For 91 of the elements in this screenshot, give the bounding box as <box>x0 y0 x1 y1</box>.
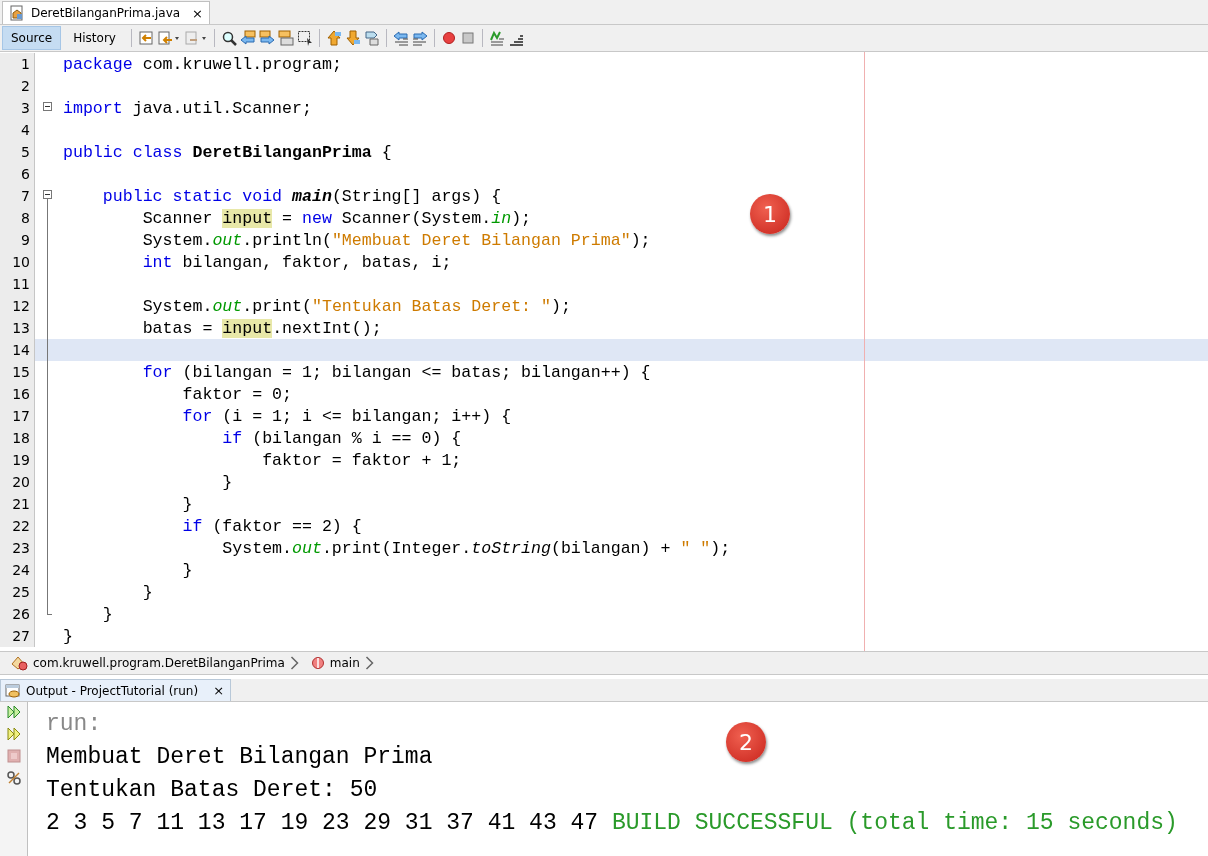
shift-down-icon[interactable] <box>344 30 361 46</box>
output-line: 2 3 5 7 11 13 17 19 23 29 31 37 41 43 47 BUILD SUCCESSFUL (total time: 15 seconds) <box>46 809 1178 838</box>
document-arrow-icon[interactable] <box>156 30 181 46</box>
number-badge: 2 <box>726 722 766 762</box>
code-line: } <box>181 494 193 514</box>
line-number: 10 <box>0 251 35 273</box>
shift-up-icon[interactable] <box>325 30 342 46</box>
find-next-icon[interactable] <box>258 30 275 46</box>
console-icon <box>5 682 21 699</box>
breadcrumb-item[interactable]: main <box>329 656 360 670</box>
find-previous-icon[interactable] <box>239 30 256 46</box>
line-number: 14 <box>0 339 35 361</box>
chevron-icon[interactable] <box>364 656 374 670</box>
code-line: package com.kruwell.program; <box>63 54 342 74</box>
line-number: 2 <box>0 75 35 97</box>
line-number: 21 <box>0 493 35 515</box>
code-line: Scanner input = new Scanner(System.in); <box>141 208 532 228</box>
shift-right-icon[interactable] <box>411 30 428 46</box>
output-line: Membuat Deret Bilangan Prima <box>46 743 433 772</box>
selection-icon[interactable] <box>296 30 313 46</box>
fold-toggle-icon[interactable] <box>43 102 52 111</box>
code-line: System.out.print(Integer.toString(bilangan) + " "); <box>221 538 731 558</box>
stop-icon[interactable] <box>5 748 22 764</box>
line-number: 19 <box>0 449 35 471</box>
code-line: faktor = 0; <box>181 384 293 404</box>
code-line: for (i = 1; i <= bilangan; i++) { <box>181 406 512 426</box>
back-icon[interactable] <box>137 30 154 46</box>
line-number: 20 <box>0 471 35 493</box>
record-icon[interactable] <box>440 30 457 46</box>
line-number: 24 <box>0 559 35 581</box>
line-number: 6 <box>0 163 35 185</box>
method-icon <box>310 656 325 670</box>
line-number: 3 <box>0 97 35 119</box>
chevron-icon[interactable] <box>289 656 299 670</box>
view-tab[interactable]: Source <box>2 26 62 50</box>
line-number: 18 <box>0 427 35 449</box>
highlight-toggle-icon[interactable] <box>277 30 294 46</box>
code-line: for (bilangan = 1; bilangan <= batas; bilangan++) { <box>141 362 651 382</box>
code-line: } <box>141 582 153 602</box>
view-tab[interactable]: History <box>64 26 125 50</box>
check-lines-icon[interactable] <box>488 30 505 46</box>
shapes-icon[interactable] <box>363 30 380 46</box>
code-line: } <box>181 560 193 580</box>
output-line: run: <box>46 710 102 739</box>
code-line: if (faktor == 2) { <box>181 516 362 536</box>
code-line: import java.util.Scanner; <box>63 98 312 118</box>
code-line: } <box>221 472 233 492</box>
code-line: } <box>63 626 73 646</box>
line-number: 5 <box>0 141 35 163</box>
output-tab[interactable]: Output - ProjectTutorial (run) × <box>0 679 232 701</box>
fold-toggle-icon[interactable] <box>43 190 52 199</box>
line-number: 7 <box>0 185 35 207</box>
line-number: 13 <box>0 317 35 339</box>
code-line: System.out.print("Tentukan Batas Deret: "); <box>141 296 571 316</box>
code-line: batas = input.nextInt(); <box>141 318 382 338</box>
class-icon <box>10 655 28 671</box>
line-number: 8 <box>0 207 35 229</box>
file-icon <box>9 5 25 21</box>
line-number: 1 <box>0 53 35 75</box>
code-line: public static void main(String[] args) { <box>101 186 502 206</box>
line-number: 26 <box>0 603 35 625</box>
line-number: 25 <box>0 581 35 603</box>
rerun-icon[interactable] <box>5 704 22 720</box>
close-icon[interactable]: × <box>192 5 203 21</box>
code-line: if (bilangan % i == 0) { <box>221 428 462 448</box>
file-tab[interactable]: DeretBilanganPrima.java × <box>2 1 210 24</box>
line-number: 4 <box>0 119 35 141</box>
code-line: faktor = faktor + 1; <box>261 450 462 470</box>
output-line: Tentukan Batas Deret: 50 <box>46 776 378 805</box>
rerun-with-options-icon[interactable] <box>5 726 22 742</box>
line-number: 9 <box>0 229 35 251</box>
breadcrumb-item[interactable]: com.kruwell.program.DeretBilanganPrima <box>33 656 285 670</box>
search-icon[interactable] <box>220 30 237 46</box>
line-number: 22 <box>0 515 35 537</box>
settings-icon[interactable] <box>5 770 22 786</box>
shift-left-icon[interactable] <box>392 30 409 46</box>
code-line: } <box>101 604 113 624</box>
document-forward-icon[interactable] <box>183 30 208 46</box>
number-badge: 1 <box>750 194 790 234</box>
code-line: int bilangan, faktor, batas, i; <box>141 252 452 272</box>
line-number: 27 <box>0 625 35 647</box>
line-number: 17 <box>0 405 35 427</box>
line-number: 15 <box>0 361 35 383</box>
code-line: System.out.println("Membuat Deret Bilangan Prima"); <box>141 230 651 250</box>
line-number: 11 <box>0 273 35 295</box>
line-number: 23 <box>0 537 35 559</box>
line-number: 12 <box>0 295 35 317</box>
stop-icon[interactable] <box>459 30 476 46</box>
line-number: 16 <box>0 383 35 405</box>
code-line: public class DeretBilanganPrima { <box>63 142 392 162</box>
close-icon[interactable]: × <box>213 683 225 698</box>
